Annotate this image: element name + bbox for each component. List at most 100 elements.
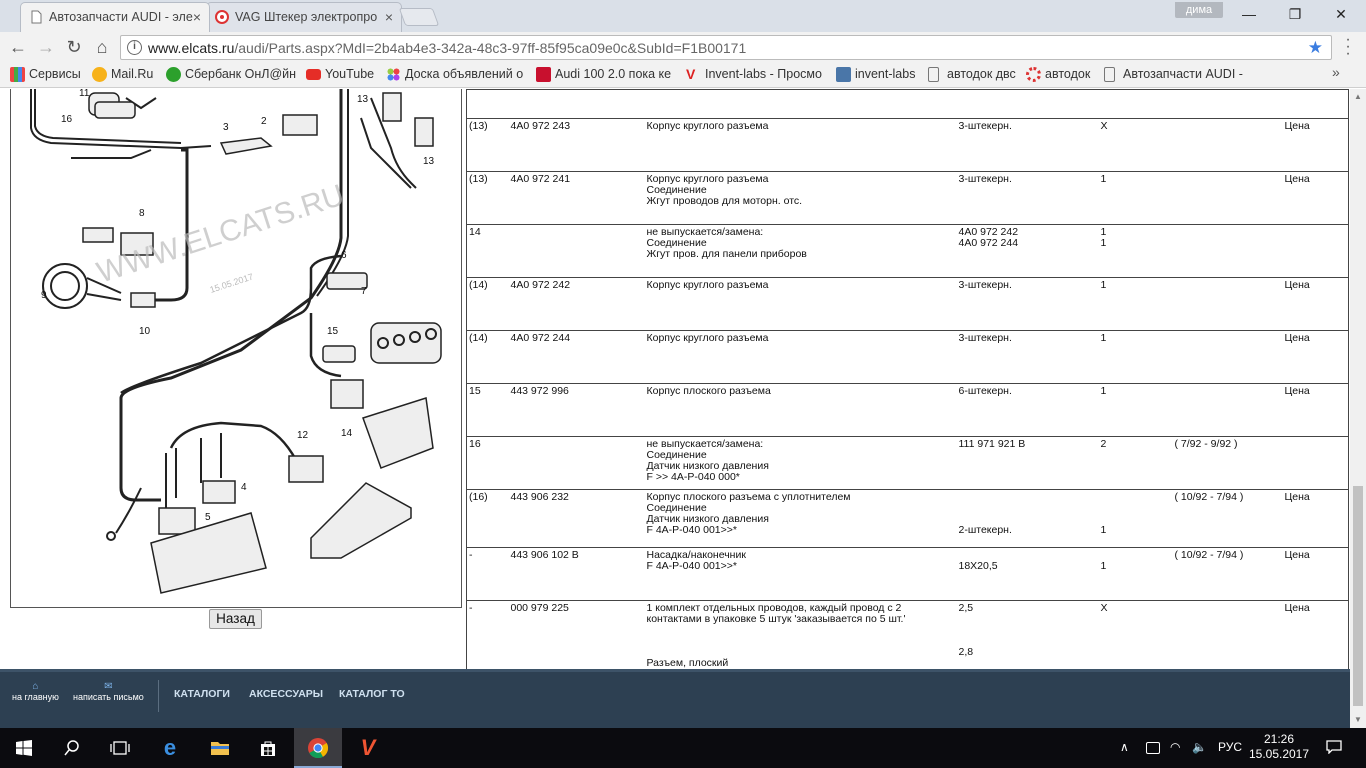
price-link-cell[interactable]: Цена: [1282, 171, 1349, 225]
bookmark-invent-labs-view[interactable]: V Invent-labs - Просмо: [686, 67, 822, 82]
bookmark-invent-labs-vk[interactable]: invent-labs: [836, 67, 915, 82]
network-icon[interactable]: ◠: [1170, 740, 1180, 754]
bookmark-elcats-audi[interactable]: Автозапчасти AUDI -: [1104, 67, 1243, 82]
bookmark-sberbank[interactable]: Сбербанк ОнЛ@йн: [166, 67, 296, 82]
description-cell: Корпус плоского разъема с уплотнителем Со…: [644, 489, 957, 548]
info-icon[interactable]: i: [127, 40, 142, 55]
date-range-cell: ( 10/92 - 7/94 ): [1172, 547, 1283, 601]
bookmark-avtodok-dvs[interactable]: автодок двс: [928, 67, 1016, 82]
part-number-cell[interactable]: 4A0 972 243: [508, 118, 645, 172]
note-cell: 6-штекерн.: [956, 383, 1099, 437]
price-link-cell[interactable]: Цена: [1282, 277, 1349, 331]
bookmark-youtube[interactable]: YouTube: [306, 67, 374, 81]
file-explorer-icon[interactable]: [196, 728, 244, 768]
price-link-cell[interactable]: Цена: [1282, 547, 1349, 601]
scroll-down-arrow-icon[interactable]: ▼: [1354, 715, 1362, 724]
price-link-cell[interactable]: Цена: [1282, 489, 1349, 548]
price-link-cell[interactable]: Цена: [1282, 383, 1349, 437]
note-cell: 3-штекерн.: [956, 171, 1099, 225]
start-windows-icon[interactable]: [0, 728, 48, 768]
part-number-cell[interactable]: 000 979 225: [508, 600, 645, 669]
menu-icon[interactable]: · · ·: [1340, 32, 1356, 62]
position-cell: (14): [466, 277, 509, 331]
footer-divider: [158, 680, 159, 712]
price-link-cell[interactable]: Цена: [1282, 118, 1349, 172]
position-cell: 16: [466, 436, 509, 490]
new-tab-button[interactable]: [398, 8, 440, 26]
vertical-scrollbar[interactable]: ▲ ▼: [1350, 89, 1366, 728]
price-link-cell[interactable]: Цена: [1282, 600, 1349, 669]
wiring-diagram: WWW.ELCATS.RU 15.05.2017 11 16 3 2 13 13…: [10, 89, 462, 608]
note-line: [959, 492, 1097, 503]
description-line: Корпус круглого разъема: [646, 332, 769, 344]
close-tab-icon[interactable]: ×: [193, 3, 201, 31]
callout: 13: [357, 94, 369, 105]
description-cell: Насадка/наконечник F 4A-P-040 001>>*: [644, 547, 957, 601]
bookmark-drive2[interactable]: Audi 100 2.0 пока ке: [536, 67, 671, 82]
quantity-cell: 2: [1098, 436, 1173, 490]
part-number-cell[interactable]: 443 906 232: [508, 489, 645, 548]
bookmark-avito[interactable]: Доска объявлений о: [386, 67, 523, 82]
position-cell: -: [466, 600, 509, 669]
accessories-link[interactable]: АКСЕССУАРЫ: [249, 688, 323, 700]
clock[interactable]: 21:26 15.05.2017: [1246, 732, 1312, 762]
part-number-cell[interactable]: 443 972 996: [508, 383, 645, 437]
home-link[interactable]: ⌂ на главную: [12, 682, 59, 703]
table-row: 15 443 972 996 Корпус плоского разъема 6-шт…: [466, 383, 1349, 437]
forward-arrow-icon[interactable]: →: [34, 36, 58, 58]
notifications-icon[interactable]: [1326, 740, 1342, 757]
quantity-line: 1: [1100, 385, 1107, 397]
part-number-cell[interactable]: 4A0 972 241: [508, 171, 645, 225]
reload-icon[interactable]: ↻: [62, 36, 86, 58]
part-number-cell[interactable]: [508, 436, 645, 490]
show-hidden-icons-chevron-icon[interactable]: ∧: [1120, 740, 1129, 754]
bookmark-avtodok[interactable]: автодок: [1026, 67, 1090, 82]
write-letter-link[interactable]: ✉ написать письмо: [73, 682, 144, 703]
minimize-icon[interactable]: —: [1226, 0, 1272, 28]
edge-browser-icon[interactable]: e: [146, 728, 194, 768]
close-tab-icon[interactable]: ×: [385, 3, 393, 31]
back-button[interactable]: Назад: [209, 609, 262, 629]
quantity-line: 1: [1100, 173, 1107, 185]
scrollbar-thumb[interactable]: [1353, 486, 1363, 706]
part-number-cell[interactable]: [508, 224, 645, 278]
table-row: -000 979 225 1 комплект отдельных проводо…: [466, 600, 1349, 669]
quantity-line: [1101, 503, 1171, 514]
task-view-icon[interactable]: [96, 728, 144, 768]
maintenance-catalog-link[interactable]: КАТАЛОГ ТО: [339, 688, 405, 700]
part-number-cell[interactable]: 443 906 102 B: [508, 547, 645, 601]
bookmark-mailru[interactable]: Mail.Ru: [92, 67, 153, 82]
url-text[interactable]: www.elcats.ru/audi/Parts.aspx?MdI=2b4ab4…: [148, 40, 746, 56]
bookmark-star-icon[interactable]: ★: [1308, 38, 1323, 58]
part-number-cell[interactable]: 4A0 972 244: [508, 330, 645, 384]
store-icon[interactable]: [244, 728, 292, 768]
back-arrow-icon[interactable]: ←: [6, 36, 30, 58]
chrome-icon[interactable]: [294, 728, 342, 768]
invent-labs-app-icon[interactable]: V: [344, 728, 392, 768]
position-cell: (13): [466, 171, 509, 225]
date-range-cell: [1172, 600, 1283, 669]
catalogs-link[interactable]: КАТАЛОГИ: [174, 688, 230, 700]
language-indicator[interactable]: РУС: [1218, 740, 1242, 754]
price-link-cell[interactable]: Цена: [1282, 330, 1349, 384]
home-icon[interactable]: ⌂: [90, 36, 114, 58]
description-line: Корпус круглого разъема: [646, 120, 769, 132]
battery-icon[interactable]: [1146, 742, 1160, 754]
youtube-icon: [306, 69, 321, 80]
quantity-line: X: [1100, 120, 1108, 132]
address-bar[interactable]: i www.elcats.ru/audi/Parts.aspx?MdI=2b4a…: [120, 35, 1332, 60]
search-icon[interactable]: [48, 728, 96, 768]
more-bookmarks-chevron-icon[interactable]: »: [1332, 64, 1340, 80]
tab-vag-connector[interactable]: VAG Штекер электропро ×: [206, 2, 402, 32]
volume-icon[interactable]: 🔈: [1192, 740, 1207, 754]
restore-icon[interactable]: ❐: [1272, 0, 1318, 28]
page-content: WWW.ELCATS.RU 15.05.2017 11 16 3 2 13 13…: [0, 89, 1350, 669]
profile-badge[interactable]: дима: [1175, 2, 1223, 18]
part-number-cell[interactable]: 4A0 972 242: [508, 277, 645, 331]
note-line: [959, 503, 1097, 514]
scroll-up-arrow-icon[interactable]: ▲: [1354, 92, 1362, 101]
description-cell: не выпускается/замена: Соединение Датчик н…: [644, 436, 957, 490]
tab-audi-parts[interactable]: Автозапчасти AUDI - эле ×: [20, 2, 210, 32]
close-window-icon[interactable]: ✕: [1318, 0, 1364, 28]
bookmark-services[interactable]: Сервисы: [10, 67, 81, 82]
